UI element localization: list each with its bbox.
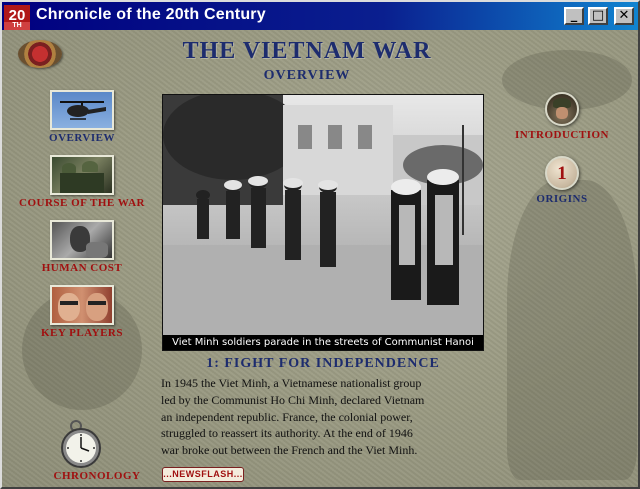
minimize-button[interactable]: _ xyxy=(564,7,584,25)
body-line: an independent republic. France, the col… xyxy=(161,409,413,424)
close-button[interactable]: ✕ xyxy=(614,7,634,25)
app-window: 20 TH Chronicle of the 20th Century _ □ … xyxy=(0,0,640,489)
nav-human-cost-label: HUMAN COST xyxy=(41,262,123,274)
introduction-button[interactable]: INTRODUCTION xyxy=(502,92,622,141)
portrait-thumbnail xyxy=(50,220,114,260)
page-subtitle: OVERVIEW xyxy=(263,68,351,83)
body-line: In 1945 the Viet Minh, a Vietnamese nati… xyxy=(161,376,422,390)
origins-number-badge: 1 xyxy=(545,156,579,190)
app-logo-subtext: TH xyxy=(4,22,30,30)
content-area: THE VIETNAM WAR OVERVIEW OVERVIEW COURSE… xyxy=(2,30,638,487)
section-body-text: In 1945 the Viet Minh, a Vietnamese nati… xyxy=(161,375,491,459)
nav-course-of-the-war-label: COURSE OF THE WAR xyxy=(19,197,145,209)
app-logo-icon[interactable]: 20 TH xyxy=(4,5,30,30)
background-soldier-silhouette xyxy=(507,180,637,480)
featured-photo: Viet Minh soldiers parade in the streets… xyxy=(162,94,484,351)
compass-menu-icon[interactable] xyxy=(18,40,62,68)
nav-overview-label: OVERVIEW xyxy=(49,132,115,144)
leaders-thumbnail xyxy=(50,285,114,325)
nav-overview[interactable]: OVERVIEW xyxy=(2,90,162,144)
photo-caption: Viet Minh soldiers parade in the streets… xyxy=(163,335,483,350)
maximize-button[interactable]: □ xyxy=(588,7,608,25)
body-line: struggled to reassert its authority. At … xyxy=(161,426,413,441)
parade-photo-image xyxy=(163,95,483,335)
title-bar[interactable]: 20 TH Chronicle of the 20th Century _ □ … xyxy=(2,2,638,30)
origins-number: 1 xyxy=(557,163,567,184)
nav-human-cost[interactable]: HUMAN COST xyxy=(2,220,162,274)
window-title: Chronicle of the 20th Century xyxy=(36,6,266,23)
section-heading: 1: FIGHT FOR INDEPENDENCE xyxy=(206,356,440,371)
page-title: THE VIETNAM WAR xyxy=(182,38,432,64)
nav-key-players-label: KEY PLAYERS xyxy=(40,327,123,339)
nav-course-of-the-war[interactable]: COURSE OF THE WAR xyxy=(2,155,162,209)
introduction-label: INTRODUCTION xyxy=(514,129,609,141)
soldiers-thumbnail xyxy=(50,155,114,195)
body-line: led by the Communist Ho Chi Minh, declar… xyxy=(161,392,425,407)
origins-label: ORIGINS xyxy=(536,193,588,205)
chronology-label[interactable]: CHRONOLOGY xyxy=(22,470,172,482)
helicopter-icon xyxy=(50,90,114,130)
body-line: war broke out between the French and the… xyxy=(161,443,418,458)
pocket-watch-icon[interactable] xyxy=(56,418,106,468)
origins-button[interactable]: 1 ORIGINS xyxy=(502,156,622,205)
newsflash-button[interactable]: ...NEWSFLASH... xyxy=(162,467,244,482)
nav-key-players[interactable]: KEY PLAYERS xyxy=(2,285,162,339)
soldier-helmet-icon xyxy=(545,92,579,126)
